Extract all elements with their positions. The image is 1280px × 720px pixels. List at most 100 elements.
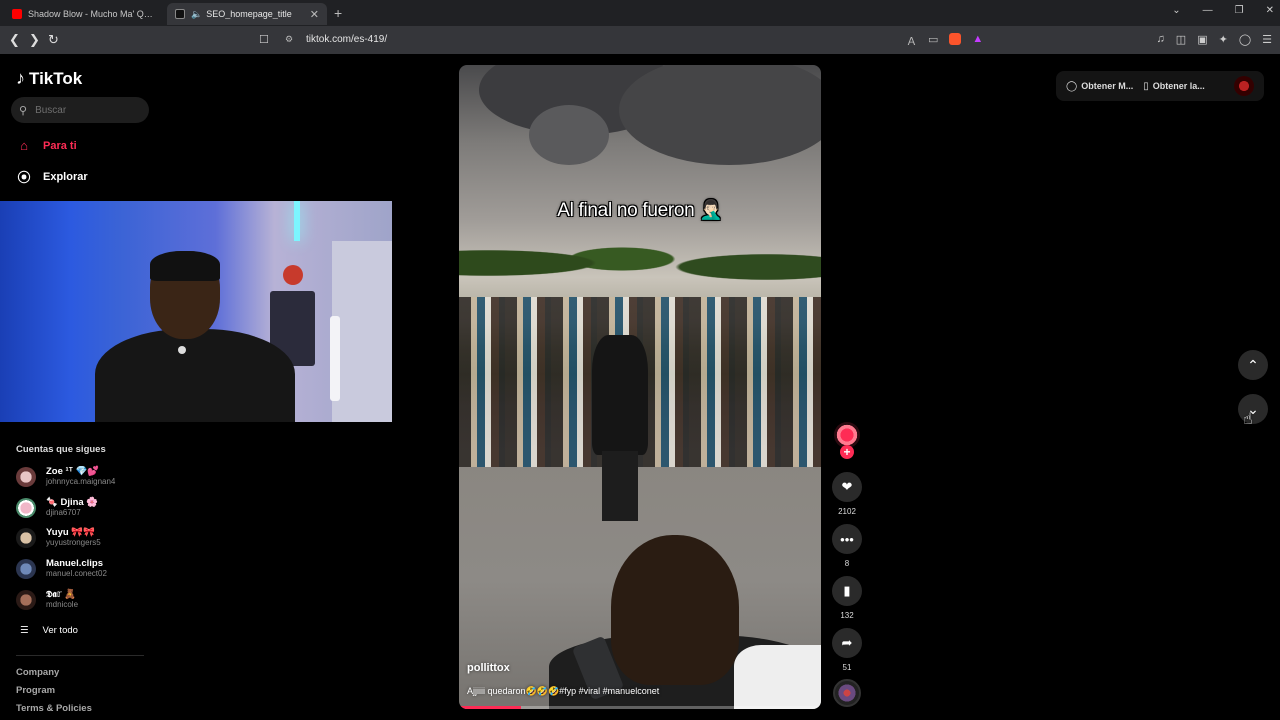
tiktok-logo[interactable]: ♪ TikTok: [16, 68, 82, 89]
video-player[interactable]: Al final no fueron 🤦🏻‍♂️ pollittox Ajjii…: [459, 65, 821, 709]
previous-video-button[interactable]: ⌃: [1238, 350, 1268, 380]
get-app-button[interactable]: ▯ Obtener la...: [1143, 81, 1205, 92]
see-all-button[interactable]: ☰ Ver todo: [20, 625, 78, 636]
search-input[interactable]: [35, 104, 136, 116]
toolbar-right-icons: ♫ ◫ ▣ ✦ ◯ ☰: [1157, 33, 1272, 46]
forward-icon[interactable]: ❯: [29, 32, 40, 48]
chain-pendant: [178, 346, 186, 354]
home-icon: ⌂: [20, 138, 28, 153]
menu-icon[interactable]: ☰: [1262, 33, 1272, 46]
account-username: yuyustrongers5: [46, 537, 101, 547]
save-button[interactable]: ▮: [832, 576, 862, 606]
following-account[interactable]: Manuel.clips manuel.conect02: [16, 558, 107, 579]
vpn-icon[interactable]: ◯: [1239, 33, 1251, 46]
new-tab-button[interactable]: +: [334, 5, 342, 21]
maximize-icon[interactable]: ❐: [1235, 5, 1244, 16]
following-account[interactable]: 🍬 Djina 🌸 djina6707: [16, 497, 98, 518]
progress-fill: [459, 706, 521, 709]
browser-toolbar: ❮ ❯ ↻ ☐ ⚙ tiktok.com/es-419/ Ａ ▭ ▲ ♫ ◫ ▣…: [0, 26, 1280, 54]
close-window-icon[interactable]: ✕: [1266, 5, 1274, 16]
leo-ai-icon[interactable]: ✦: [1219, 33, 1228, 46]
tab-title: Shadow Blow - Mucho Ma' Que Enamorado: [28, 9, 156, 19]
site-info-icon[interactable]: ⚙: [285, 34, 293, 45]
avatar: [16, 590, 36, 610]
bookmark-icon[interactable]: ☐: [259, 33, 269, 46]
search-box[interactable]: ⚲: [11, 97, 149, 123]
video-description: Ajjiiii quedaron🤣🤣🤣#fyp #viral #manuelco…: [467, 686, 660, 696]
tab-list-icon[interactable]: ⌄: [1172, 5, 1180, 16]
share-count: 51: [842, 663, 852, 672]
wall: [332, 241, 392, 422]
cloud: [619, 65, 821, 165]
streamer-body: [95, 329, 295, 422]
get-coins-label: Obtener M...: [1081, 81, 1134, 91]
coin-icon: ◯: [1066, 80, 1078, 92]
sidebar-icon[interactable]: ◫: [1176, 33, 1186, 46]
trees: [459, 223, 821, 303]
video-overlay-text: Al final no fueron 🤦🏻‍♂️: [557, 200, 723, 221]
heart-icon: ❤: [841, 479, 853, 494]
get-coins-button[interactable]: ◯ Obtener M...: [1066, 81, 1133, 92]
browser-tab-bar: Shadow Blow - Mucho Ma' Que Enamorado 🔈 …: [0, 0, 1280, 26]
avatar: [16, 528, 36, 548]
brave-shield-icon[interactable]: [949, 33, 962, 45]
account-username: johnnyca.maignan4: [46, 476, 116, 486]
following-title: Cuentas que sigues: [16, 444, 106, 455]
tiktok-page: ♪ TikTok ⚲ ⌂ Para ti ⦿ Explorar Cuentas …: [0, 54, 1280, 720]
window-controls: ⌄ — ❐ ✕: [1172, 5, 1274, 16]
save-count: 132: [840, 611, 854, 620]
footer-link-program[interactable]: Program: [16, 685, 55, 696]
following-account[interactable]: Zoe ¹ᵀ 💎💕 johnnyca.maignan4: [16, 466, 116, 487]
rewards-icon[interactable]: ▲: [972, 33, 983, 49]
get-app-label: Obtener la...: [1152, 81, 1205, 91]
comment-count: 8: [844, 559, 850, 568]
footer-link-terms[interactable]: Terms & Policies: [16, 703, 92, 714]
footer-link-company[interactable]: Company: [16, 667, 59, 678]
wallet-icon[interactable]: ▣: [1197, 33, 1207, 46]
ring-light: [330, 316, 340, 401]
address-bar[interactable]: tiktok.com/es-419/: [306, 34, 387, 45]
avatar: [16, 498, 36, 518]
logo-text: TikTok: [29, 68, 83, 88]
compass-icon: ⦿: [17, 170, 31, 185]
back-icon[interactable]: ❮: [9, 32, 20, 48]
tab-youtube[interactable]: Shadow Blow - Mucho Ma' Que Enamorado: [4, 3, 164, 25]
nav-label: Explorar: [43, 170, 88, 183]
account-username: manuel.conect02: [46, 568, 107, 578]
tab-tiktok[interactable]: 🔈 SEO_homepage_title ✕: [167, 3, 327, 25]
share-button[interactable]: ➦: [832, 628, 862, 658]
comment-button[interactable]: •••: [832, 524, 862, 554]
like-button[interactable]: ❤: [832, 472, 862, 502]
nav-for-you[interactable]: ⌂ Para ti: [16, 138, 77, 153]
see-all-label: Ver todo: [42, 625, 78, 636]
chevron-up-icon: ⌃: [1247, 356, 1259, 373]
tiktok-favicon-icon: [175, 9, 185, 19]
music-disc[interactable]: [833, 679, 861, 707]
following-account[interactable]: 𝕯𝖆𝕣 🧸 mdnicole: [16, 589, 79, 610]
media-icon[interactable]: ♫: [1157, 33, 1165, 46]
divider: [16, 655, 144, 656]
youtube-icon: [12, 9, 22, 19]
translate-icon[interactable]: Ａ: [906, 33, 917, 49]
reload-icon[interactable]: ↻: [48, 32, 59, 48]
close-tab-icon[interactable]: ✕: [310, 8, 319, 21]
video-author[interactable]: pollittox: [467, 662, 510, 674]
account-username: mdnicole: [46, 599, 79, 609]
list-icon: ☰: [20, 625, 29, 636]
tiktok-note-icon: ♪: [16, 68, 25, 88]
bookmark-icon: ▮: [843, 583, 851, 598]
comment-icon: •••: [840, 531, 854, 547]
avatar: [16, 559, 36, 579]
decor-ball: [283, 265, 303, 285]
profile-avatar[interactable]: [1234, 76, 1254, 96]
like-count: 2102: [838, 507, 856, 516]
neon-lamp: [294, 201, 300, 241]
follow-button[interactable]: +: [840, 445, 854, 459]
minimize-icon[interactable]: —: [1203, 5, 1213, 16]
cast-icon[interactable]: ▭: [928, 33, 938, 49]
nav-explore[interactable]: ⦿ Explorar: [16, 167, 88, 186]
following-account[interactable]: Yuyu 🎀🎀 yuyustrongers5: [16, 527, 101, 548]
address-bar-actions: Ａ ▭ ▲: [906, 33, 983, 49]
webcam-overlay: [0, 201, 392, 422]
durag: [150, 251, 220, 281]
